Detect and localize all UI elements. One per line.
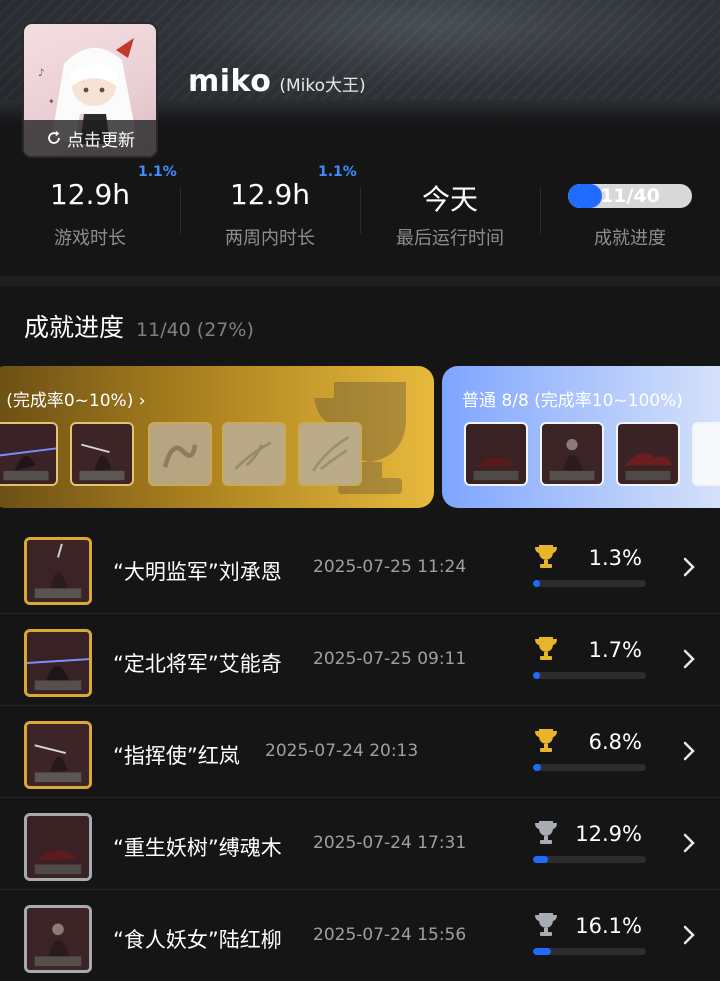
trophy-icon xyxy=(535,545,557,568)
achievement-time: 2025-07-24 20:13 xyxy=(265,741,419,761)
achievement-name: “大明监军”刘承恩 xyxy=(113,560,282,584)
achievement-percent: 1.3% xyxy=(588,546,642,570)
stats-row: 12.9h 1.1% 游戏时长 12.9h 1.1% 两周内时长 今天 最后运行… xyxy=(0,160,720,270)
achievement-section-header: 成就进度 11/40 (27%) xyxy=(24,308,254,344)
locked-achievement-thumb[interactable] xyxy=(148,422,212,486)
achievement-time: 2025-07-24 17:31 xyxy=(313,833,467,853)
achievement-rate-bar xyxy=(533,856,646,863)
stat-last-run-label: 最后运行时间 xyxy=(396,228,504,249)
achievement-thumb xyxy=(24,813,92,881)
achievement-thumb xyxy=(24,629,92,697)
user-name: miko xyxy=(188,64,272,99)
locked-achievement-thumb[interactable] xyxy=(222,422,286,486)
achievement-percent: 12.9% xyxy=(575,822,642,846)
common-card-title: 普通 8/8 (完成率10~100%) xyxy=(462,391,683,411)
update-label: 点击更新 xyxy=(67,130,135,151)
svg-text:♪: ♪ xyxy=(38,68,44,79)
update-avatar-button[interactable]: 点击更新 xyxy=(24,120,156,156)
achievement-rate-bar xyxy=(533,672,646,679)
achievement-thumb xyxy=(24,905,92,973)
svg-text:✦: ✦ xyxy=(48,97,55,106)
trophy-icon xyxy=(535,729,557,752)
achievement-row[interactable]: “重生妖树”缚魂木 2025-07-24 17:31 12.9% xyxy=(0,798,720,890)
chevron-right-icon[interactable] xyxy=(680,738,698,764)
achievement-progress-text: 11/40 xyxy=(600,185,660,207)
achievement-percent: 6.8% xyxy=(588,730,642,754)
achievement-name: “食人妖女”陆红柳 xyxy=(113,928,282,952)
chevron-right-icon[interactable] xyxy=(680,830,698,856)
stat-achievement-label: 成就进度 xyxy=(594,228,666,249)
chevron-right-icon[interactable] xyxy=(680,922,698,948)
common-achievement-thumb[interactable] xyxy=(616,422,680,486)
user-sub-name: (Miko大王) xyxy=(279,76,366,96)
refresh-icon xyxy=(48,130,60,144)
rare-card-title: 2 (完成率0~10%) › xyxy=(0,391,146,411)
chevron-right-icon[interactable] xyxy=(680,554,698,580)
stat-two-weeks-value: 12.9h xyxy=(229,178,311,211)
achievement-name: “重生妖树”缚魂木 xyxy=(113,836,282,860)
achievement-name: “指挥使”红岚 xyxy=(113,744,240,768)
achievement-time: 2025-07-25 11:24 xyxy=(313,557,467,577)
section-divider xyxy=(0,276,720,286)
rare-achievement-thumb[interactable] xyxy=(70,422,134,486)
achievement-time: 2025-07-24 15:56 xyxy=(313,925,467,945)
user-name-block: miko (Miko大王) xyxy=(188,64,366,99)
achievement-thumb xyxy=(24,537,92,605)
achievement-progress-bar: 11/40 xyxy=(568,184,692,208)
rare-achievement-card[interactable]: 2 (完成率0~10%) › xyxy=(0,366,434,508)
section-count: 11/40 (27%) xyxy=(136,319,254,341)
stat-last-run: 今天 最后运行时间 xyxy=(360,160,540,270)
common-achievement-card[interactable]: 普通 8/8 (完成率10~100%) xyxy=(442,366,720,508)
avatar[interactable]: ♪ ✦ 点击更新 xyxy=(22,22,158,158)
stat-achievement-progress[interactable]: 11/40 成就进度 xyxy=(540,160,720,270)
achievement-thumb xyxy=(24,721,92,789)
achievement-name: “定北将军”艾能奇 xyxy=(113,652,282,676)
achievement-percent: 16.1% xyxy=(575,914,642,938)
common-achievement-thumb[interactable] xyxy=(464,422,528,486)
achievement-row[interactable]: “食人妖女”陆红柳 2025-07-24 15:56 16.1% xyxy=(0,890,720,981)
achievement-row[interactable]: “定北将军”艾能奇 2025-07-25 09:11 1.7% xyxy=(0,614,720,706)
common-achievement-thumb[interactable] xyxy=(692,422,720,486)
rare-achievement-thumb[interactable] xyxy=(0,422,58,486)
stat-last-run-value: 今天 xyxy=(421,183,478,216)
achievement-rate-bar xyxy=(533,580,646,587)
stat-playtime-label: 游戏时长 xyxy=(54,228,126,249)
trophy-icon xyxy=(535,913,557,936)
chevron-right-icon[interactable] xyxy=(680,646,698,672)
achievement-rate-bar xyxy=(533,948,646,955)
trophy-icon xyxy=(535,821,557,844)
stat-two-weeks-label: 两周内时长 xyxy=(225,228,315,249)
section-title: 成就进度 xyxy=(24,313,125,342)
achievement-percent: 1.7% xyxy=(588,638,642,662)
achievement-time: 2025-07-25 09:11 xyxy=(313,649,467,669)
stat-playtime: 12.9h 1.1% 游戏时长 xyxy=(0,160,180,270)
achievement-rate-bar xyxy=(533,764,646,771)
common-achievement-thumb[interactable] xyxy=(540,422,604,486)
achievement-row[interactable]: “大明监军”刘承恩 2025-07-25 11:24 1.3% xyxy=(0,522,720,614)
stat-two-weeks: 12.9h 1.1% 两周内时长 xyxy=(180,160,360,270)
stat-playtime-value: 12.9h xyxy=(49,178,131,211)
trophy-icon xyxy=(535,637,557,660)
stat-playtime-badge: 1.1% xyxy=(138,164,177,180)
achievement-row[interactable]: “指挥使”红岚 2025-07-24 20:13 6.8% xyxy=(0,706,720,798)
stat-two-weeks-badge: 1.1% xyxy=(318,164,357,180)
locked-achievement-thumb[interactable] xyxy=(298,422,362,486)
